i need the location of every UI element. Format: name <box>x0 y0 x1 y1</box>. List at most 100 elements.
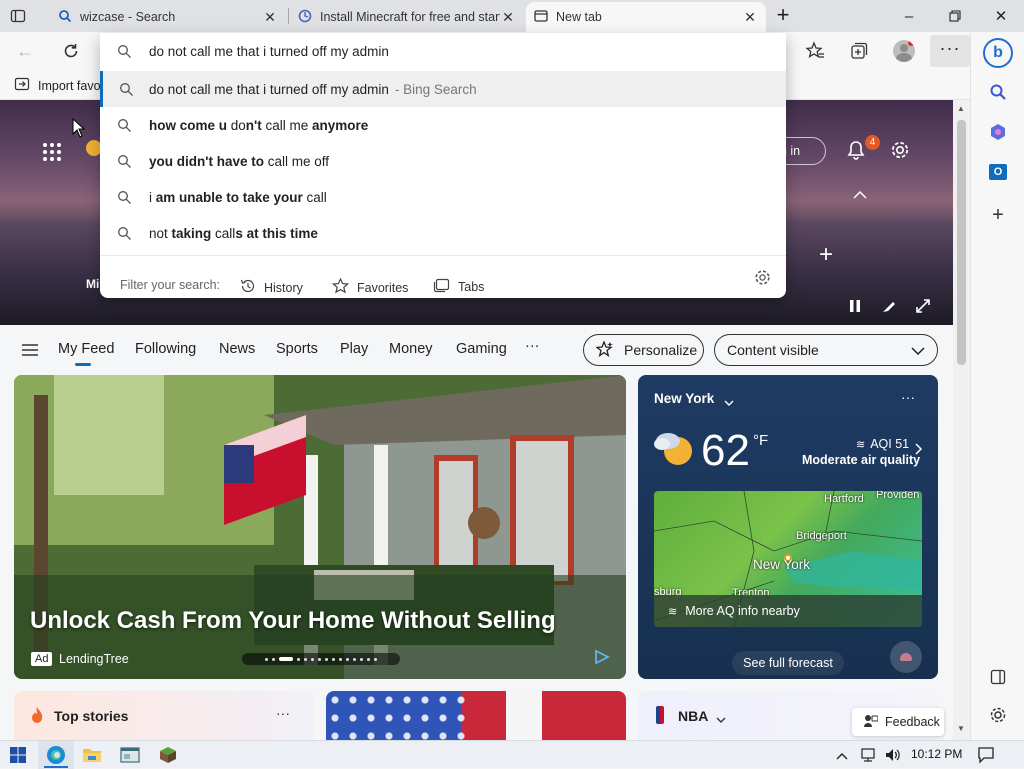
filter-favorites-chip[interactable]: Favorites <box>331 277 408 297</box>
suggestion-text: not taking calls at this time <box>149 226 318 241</box>
suggestion-settings-icon[interactable] <box>754 269 771 289</box>
feed-tab-money[interactable]: Money <box>389 341 433 357</box>
top-stories-title[interactable]: Top stories <box>54 708 128 724</box>
close-tab-icon[interactable]: ✕ <box>742 9 758 26</box>
top-stories-more-icon[interactable]: ··· <box>276 705 290 721</box>
weather-map[interactable]: Hartford Providen Bridgeport New York sb… <box>654 491 922 627</box>
add-quick-link-icon[interactable]: + <box>819 243 833 267</box>
file-explorer-icon[interactable] <box>74 741 110 769</box>
tab-minecraft[interactable]: Install Minecraft for free and start ✕ <box>290 2 524 32</box>
feedback-button[interactable]: Feedback <box>852 708 944 736</box>
collapse-chevron-icon[interactable] <box>853 188 867 203</box>
suggestion-text-part: call me off <box>263 153 329 169</box>
tab-new-tab[interactable]: New tab ✕ <box>526 2 766 32</box>
page-scrollbar[interactable]: ▲ ▼ <box>953 100 970 740</box>
address-bar-input[interactable]: do not call me that i turned off my admi… <box>100 33 786 69</box>
refresh-icon[interactable] <box>62 42 80 63</box>
feed-tab-my-feed[interactable]: My Feed <box>58 341 114 357</box>
restore-icon[interactable] <box>932 0 978 32</box>
new-tab-plus-icon[interactable]: + <box>772 4 794 27</box>
carousel-dots[interactable] <box>242 653 400 665</box>
weather-animation-icon[interactable] <box>890 641 922 673</box>
scroll-up-icon[interactable]: ▲ <box>957 104 965 113</box>
add-sidebar-app-icon[interactable]: + <box>971 200 1024 230</box>
close-tab-icon[interactable]: ✕ <box>262 9 278 26</box>
notification-badge: 4 <box>865 135 880 150</box>
filter-divider <box>100 255 786 256</box>
personalize-label: Personalize <box>624 342 698 358</box>
flag-story-card[interactable] <box>326 691 626 740</box>
bing-search-suggestion[interactable]: do not call me that i turned off my admi… <box>100 71 786 107</box>
taskbar-clock[interactable]: 10:12 PM <box>911 747 962 761</box>
network-icon[interactable] <box>860 747 878 766</box>
featured-headline[interactable]: Unlock Cash From Your Home Without Selli… <box>30 607 556 635</box>
import-favorites-item[interactable]: Import favo <box>14 76 101 95</box>
app-window-icon[interactable] <box>112 741 148 769</box>
sidebar-settings-icon[interactable] <box>971 700 1024 730</box>
search-icon <box>100 226 149 241</box>
hamburger-menu-icon[interactable] <box>22 344 38 359</box>
tray-chevron-up-icon[interactable] <box>836 748 848 763</box>
feed-tab-following[interactable]: Following <box>135 341 196 357</box>
favorites-star-icon[interactable] <box>805 41 825 64</box>
edit-background-icon[interactable] <box>882 299 896 316</box>
map-label-bridgeport: Bridgeport <box>796 530 847 542</box>
profile-avatar-icon[interactable] <box>893 40 915 62</box>
personalize-icon <box>595 339 614 360</box>
feed-more-button[interactable]: ··· <box>525 338 540 354</box>
tab-actions-icon[interactable] <box>10 8 26 24</box>
search-suggestion[interactable]: you didn't have to call me off <box>100 143 786 179</box>
minimize-icon[interactable]: – <box>886 0 932 32</box>
ad-choices-icon[interactable] <box>594 649 611 668</box>
close-window-icon[interactable]: ✕ <box>978 0 1024 32</box>
notifications-bell-icon[interactable] <box>846 140 866 163</box>
weather-card[interactable]: New York ··· 62 °F ≋ AQI 51 Moderate air … <box>638 375 938 679</box>
personalize-button[interactable]: Personalize <box>583 334 704 366</box>
weather-temp-unit[interactable]: °F <box>753 432 768 449</box>
scroll-down-icon[interactable]: ▼ <box>957 724 965 733</box>
settings-more-icon[interactable]: ··· <box>930 35 970 67</box>
nba-title[interactable]: NBA <box>678 708 708 724</box>
filter-history-chip[interactable]: History <box>240 278 303 297</box>
weather-next-icon[interactable] <box>915 443 923 458</box>
page-settings-icon[interactable] <box>890 140 910 163</box>
search-icon[interactable] <box>971 77 1024 107</box>
see-full-forecast-button[interactable]: See full forecast <box>732 651 844 675</box>
scrollbar-thumb[interactable] <box>957 120 966 365</box>
edge-taskbar-icon[interactable] <box>38 741 74 769</box>
close-tab-icon[interactable]: ✕ <box>500 9 516 26</box>
weather-location[interactable]: New York <box>654 391 714 406</box>
nba-chevron-icon[interactable] <box>716 712 726 727</box>
apps-grid-icon[interactable] <box>42 142 62 165</box>
tab-wizcase-search[interactable]: wizcase - Search ✕ <box>50 2 286 32</box>
outlook-icon[interactable]: O <box>971 157 1024 187</box>
pause-icon[interactable] <box>849 300 861 315</box>
filter-tabs-chip[interactable]: Tabs <box>433 278 484 296</box>
minecraft-icon[interactable] <box>150 741 186 769</box>
aqi-value[interactable]: ≋ AQI 51 <box>856 437 909 451</box>
bing-chat-icon[interactable]: b <box>971 36 1024 70</box>
collections-icon[interactable] <box>849 41 869 64</box>
search-suggestion[interactable]: not taking calls at this time <box>100 215 786 251</box>
feed-tab-news[interactable]: News <box>219 341 255 357</box>
back-icon[interactable]: ← <box>16 42 34 60</box>
bing-suggestion-query: do not call me that i turned off my admi… <box>149 81 389 97</box>
search-suggestion[interactable]: how come u don't call me anymore <box>100 107 786 143</box>
feed-tab-play[interactable]: Play <box>340 341 368 357</box>
weather-more-icon[interactable]: ··· <box>901 389 915 405</box>
content-visibility-dropdown[interactable]: Content visible <box>714 334 938 366</box>
windows-start-icon[interactable] <box>0 741 36 769</box>
location-chevron-icon[interactable] <box>724 395 734 410</box>
volume-icon[interactable] <box>884 747 902 766</box>
featured-ad-card[interactable]: Unlock Cash From Your Home Without Selli… <box>14 375 626 679</box>
search-suggestion[interactable]: i am unable to take your call <box>100 179 786 215</box>
aq-more-bar[interactable]: ≋ More AQ info nearby <box>654 595 922 627</box>
top-stories-card[interactable]: Top stories ··· <box>14 691 314 740</box>
feed-tab-sports[interactable]: Sports <box>276 341 318 357</box>
fullscreen-icon[interactable] <box>916 299 930 316</box>
mouse-cursor <box>72 117 86 141</box>
notification-center-icon[interactable] <box>977 746 995 767</box>
feed-tab-gaming[interactable]: Gaming <box>456 341 507 357</box>
shopping-icon[interactable] <box>971 117 1024 147</box>
sidebar-layout-icon[interactable] <box>971 662 1024 692</box>
